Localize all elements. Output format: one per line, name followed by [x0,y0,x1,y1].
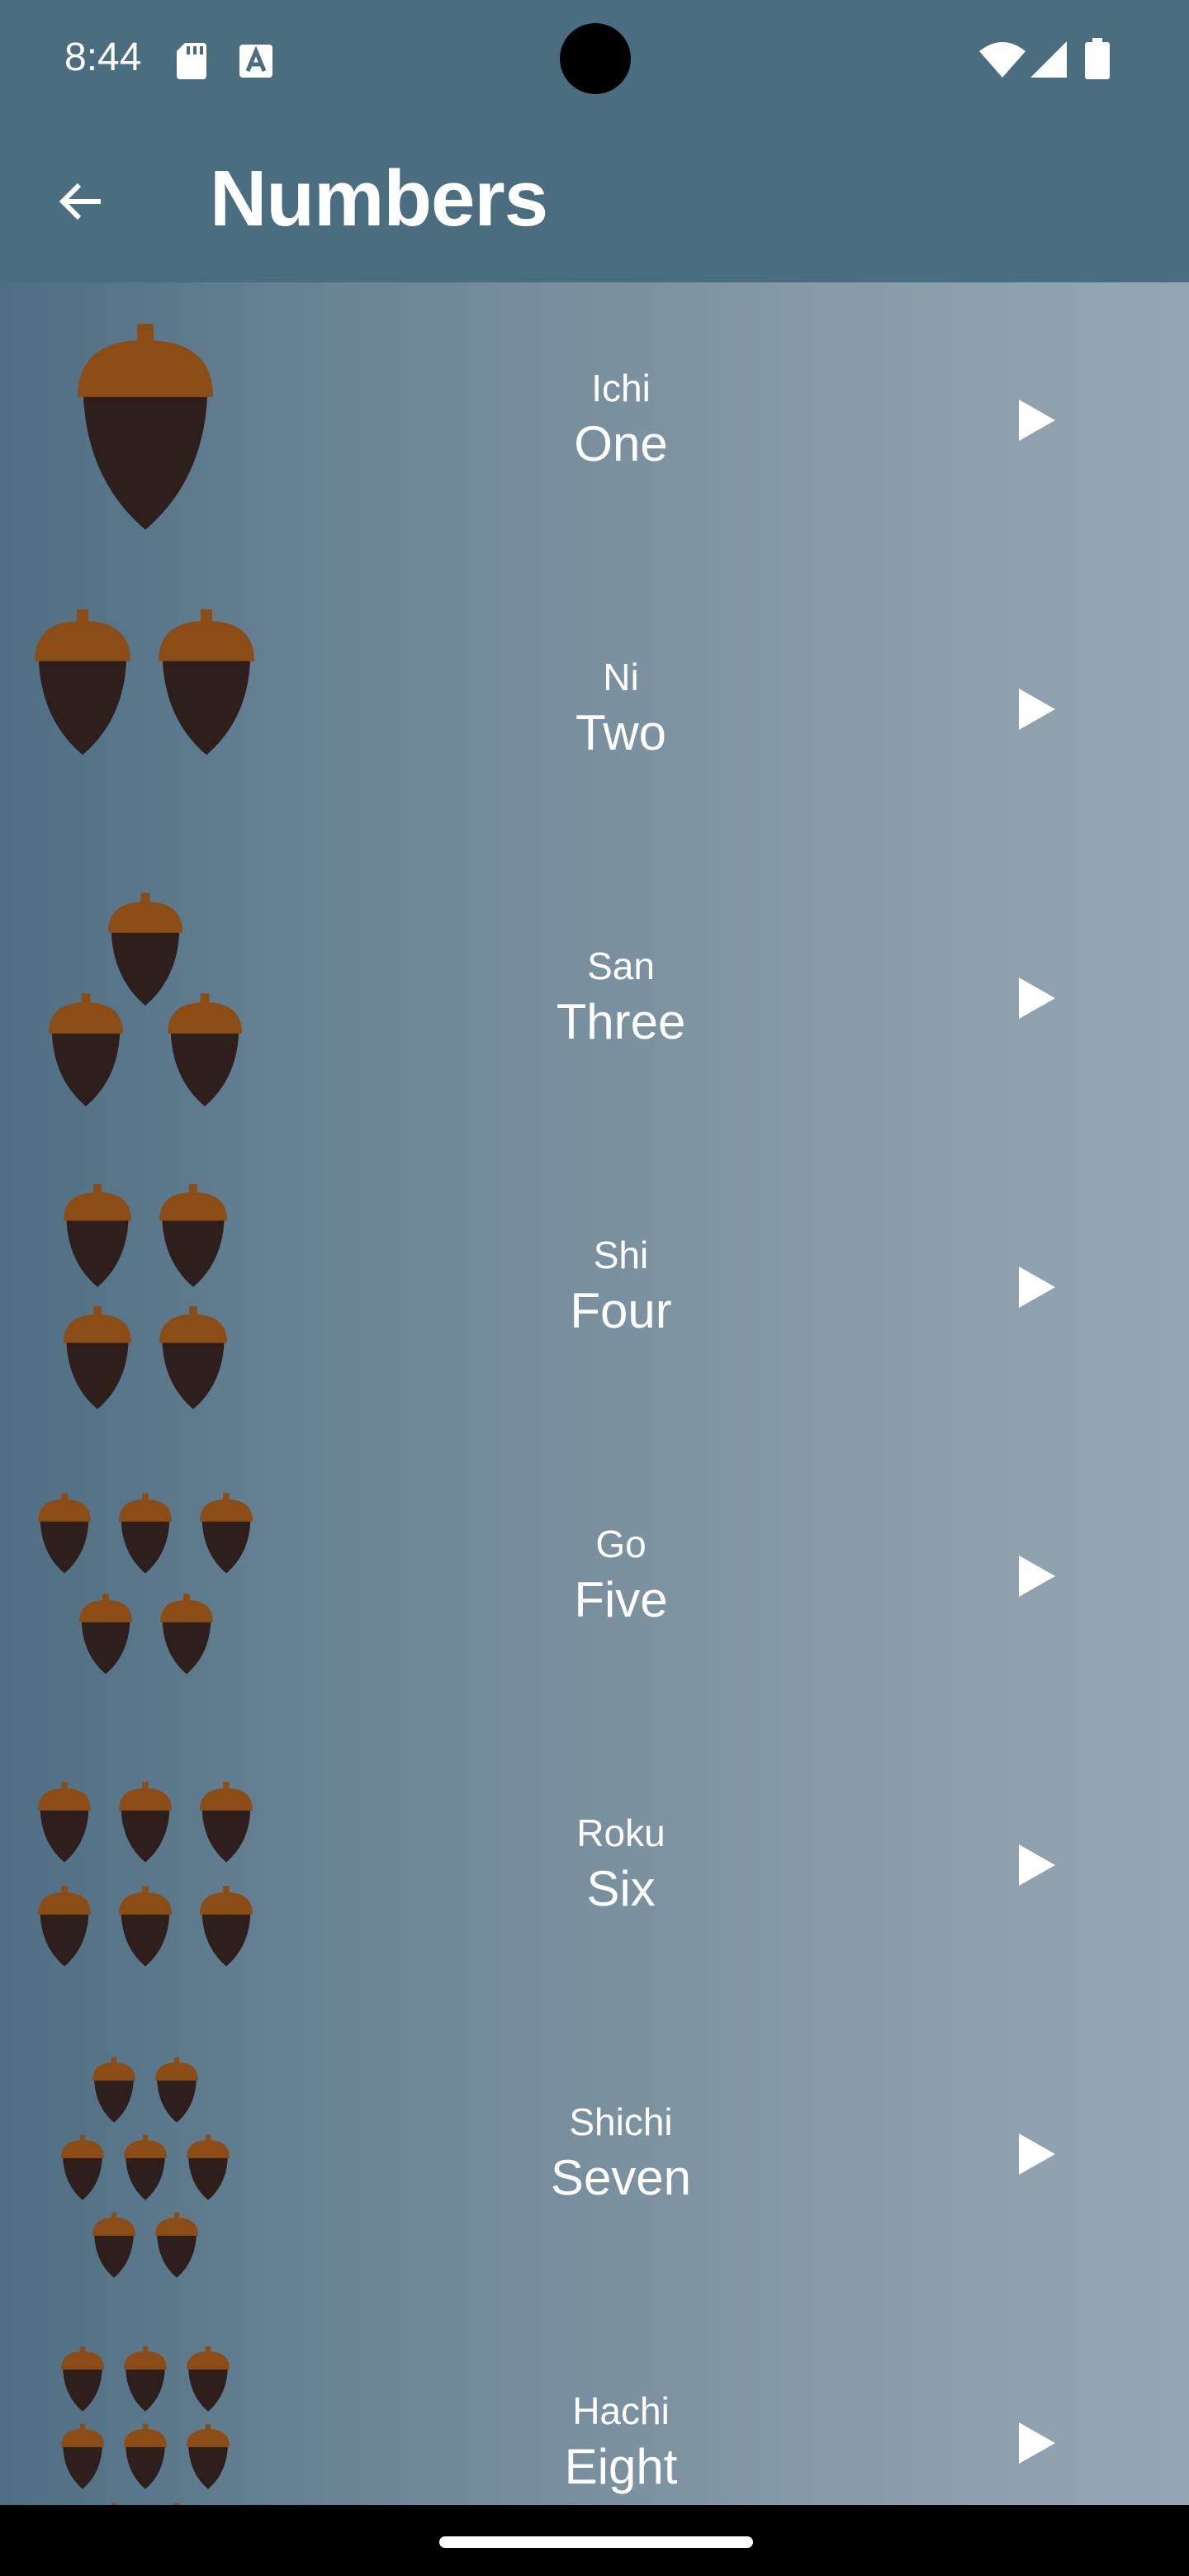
acorn-icon [64,1306,131,1409]
play-icon[interactable] [1019,1267,1055,1308]
english-word: Seven [550,2150,692,2205]
acorn-illustration-eight [61,2346,230,2505]
play-icon[interactable] [1019,2422,1055,2464]
acorn-icon [61,2134,104,2200]
number-row-six[interactable]: Roku Six [0,1727,1189,2016]
english-word: Two [575,705,667,760]
acorn-icon [187,2134,230,2200]
japanese-word: Shi [593,1234,649,1276]
number-row-one[interactable]: Ichi One [0,282,1189,571]
acorn-illustration-six [38,1782,253,1967]
english-word: Five [574,1572,668,1627]
acorn-icon [78,324,213,530]
acorn-icon [61,2346,104,2412]
english-word: Eight [564,2439,678,2494]
acorn-icon [159,609,254,755]
back-button[interactable] [46,167,116,236]
wifi-icon [979,42,1026,78]
acorn-icon [92,2057,135,2123]
english-word: Six [586,1861,656,1916]
acorn-icon [64,1184,131,1287]
acorn-illustration-four [64,1184,227,1409]
sd-card-icon [177,43,206,79]
acorn-icon [200,1886,253,1967]
play-icon[interactable] [1019,2133,1055,2175]
play-icon[interactable] [1019,400,1055,441]
acorn-icon [108,893,182,1006]
app-bar: Numbers [0,117,1189,282]
numbers-list: Ichi One Ni Two San Three Shi Four Go Fi… [0,282,1189,2505]
play-icon[interactable] [1019,689,1055,730]
japanese-word: Shichi [569,2100,673,2143]
acorn-icon [119,1493,172,1574]
japanese-word: Ichi [591,367,651,410]
acorn-icon [124,2346,167,2412]
acorn-icon [155,2057,198,2123]
acorn-illustration-seven [61,2057,230,2278]
acorn-icon [155,2212,198,2278]
play-icon[interactable] [1019,1844,1055,1886]
page-title: Numbers [210,154,548,243]
acorn-icon [92,2212,135,2278]
acorn-icon [124,2134,167,2200]
acorn-icon [160,1593,213,1674]
arrow-back-icon [59,182,101,220]
japanese-word: Ni [603,656,639,698]
acorn-icon [38,1782,91,1863]
number-row-two[interactable]: Ni Two [0,571,1189,860]
acorn-icon [200,1493,253,1574]
status-time: 8:44 [64,36,142,79]
number-row-eight[interactable]: Hachi Eight [0,2305,1189,2505]
acorn-icon [200,1782,253,1863]
home-gesture-handle[interactable] [439,2536,753,2548]
status-bar: 8:44 [0,0,1189,117]
acorn-icon [119,1782,172,1863]
camera-cutout [560,23,631,94]
japanese-word: Go [595,1522,647,1565]
play-icon[interactable] [1019,978,1055,1019]
japanese-word: San [587,945,655,987]
japanese-word: Hachi [572,2389,670,2432]
japanese-word: Roku [576,1811,666,1854]
acorn-icon [61,2423,104,2489]
number-row-three[interactable]: San Three [0,860,1189,1149]
battery-icon [1085,38,1110,79]
acorn-icon [38,1886,91,1967]
play-icon[interactable] [1019,1556,1055,1597]
acorn-icon [168,993,242,1106]
acorn-icon [79,1593,132,1674]
acorn-icon [159,1184,227,1287]
acorn-icon [35,609,130,755]
signal-icon [1030,41,1067,78]
acorn-icon [38,1493,91,1574]
number-row-seven[interactable]: Shichi Seven [0,2016,1189,2305]
navigation-bar [0,2505,1189,2576]
acorn-illustration-five [38,1493,253,1674]
keyboard-a-icon [239,45,272,78]
acorn-icon [187,2346,230,2412]
acorn-illustration-two [35,609,254,755]
acorn-illustration-one [78,324,213,530]
english-word: Three [556,994,686,1049]
number-row-five[interactable]: Go Five [0,1438,1189,1727]
english-word: One [574,416,668,471]
number-row-four[interactable]: Shi Four [0,1149,1189,1438]
acorn-icon [49,993,123,1106]
acorn-icon [159,1306,227,1409]
english-word: Four [570,1283,672,1338]
acorn-icon [124,2423,167,2489]
acorn-icon [119,1886,172,1967]
acorn-icon [187,2423,230,2489]
acorn-illustration-three [49,893,242,1106]
